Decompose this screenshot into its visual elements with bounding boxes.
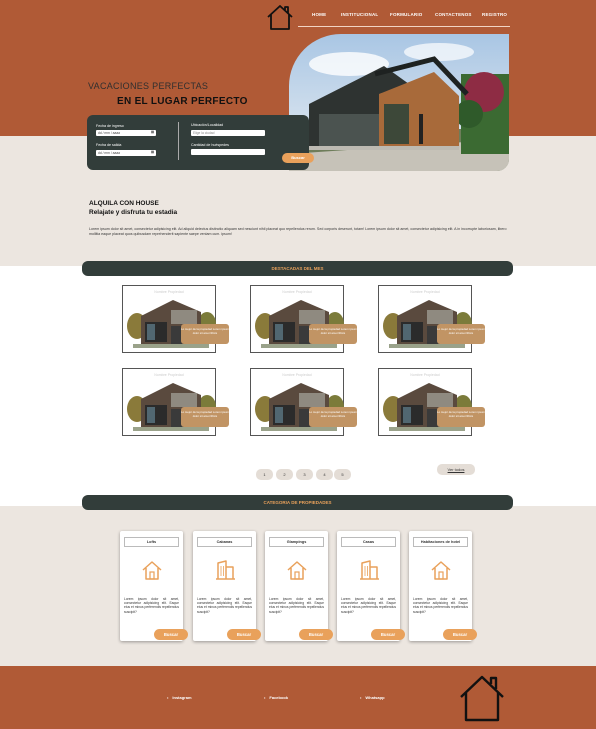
house-icon: [431, 561, 451, 580]
nav-underline: [298, 26, 510, 27]
category-card: Casas Lorem ipsum dolor sit amet, consect…: [337, 531, 405, 641]
property-tag: Lo mejor de la propiedad Lorem ipsum dol…: [309, 324, 357, 344]
category-search-button[interactable]: Buscar: [227, 629, 261, 640]
property-card[interactable]: Nombre Propiedad Lo mejor de la propiedad…: [122, 368, 229, 436]
category-description: Lorem ipsum dolor sit amet, consectetur …: [341, 597, 396, 614]
guests-label: Cantidad de huéspedes: [191, 143, 229, 147]
footer-link-facebook[interactable]: Facebook: [264, 695, 288, 700]
category-search-button[interactable]: Buscar: [371, 629, 405, 640]
checkin-date-input[interactable]: dd / mm / aaaa ▦: [96, 130, 156, 136]
checkout-date-input[interactable]: dd / mm / aaaa ▦: [96, 150, 156, 156]
category-search-button[interactable]: Buscar: [154, 629, 188, 640]
nav-institucional[interactable]: INSTITUCIONAL: [341, 12, 378, 17]
page-button-3[interactable]: 3: [296, 469, 313, 480]
category-title: Cabanas: [197, 537, 252, 547]
search-button[interactable]: Buscar: [282, 153, 314, 163]
category-description: Lorem ipsum dolor sit amet, consectetur …: [269, 597, 324, 614]
footer-house-logo-icon: [460, 675, 504, 722]
nav-home[interactable]: HOME: [312, 12, 326, 17]
location-input[interactable]: Elige la ciudad: [191, 130, 265, 136]
property-name: Nombre Propiedad: [410, 373, 440, 377]
calendar-icon: ▦: [150, 150, 154, 154]
search-divider: [178, 122, 179, 160]
nav-registro[interactable]: REGISTRO: [482, 12, 507, 17]
property-card[interactable]: Nombre Propiedad Lo mejor de la propiedad…: [250, 368, 357, 436]
category-title: Glampings: [269, 537, 324, 547]
category-card: Cabanas Lorem ipsum dolor sit amet, conse…: [193, 531, 261, 641]
checkout-label: Fecha de salida: [96, 143, 122, 147]
calendar-icon: ▦: [150, 130, 154, 134]
location-label: Ubicación/Localidad: [191, 123, 224, 127]
footer: [0, 666, 596, 729]
property-tag: Lo mejor de la propiedad Lorem ipsum dol…: [309, 407, 357, 427]
category-card: Glampings Lorem ipsum dolor sit amet, con…: [265, 531, 333, 641]
page-button-1[interactable]: 1: [256, 469, 273, 480]
page-button-5[interactable]: 5: [334, 469, 351, 480]
footer-link-instagram[interactable]: Instagram: [167, 695, 191, 700]
hero-title-line1: VACACIONES PERFECTAS: [88, 81, 209, 91]
hero-title-line2: EN EL LUGAR PERFECTO: [117, 96, 248, 107]
property-name: Nombre Propiedad: [154, 373, 184, 377]
category-title: Casas: [341, 537, 396, 547]
page-button-2[interactable]: 2: [276, 469, 293, 480]
property-name: Nombre Propiedad: [282, 290, 312, 294]
nav-formulario[interactable]: FORMULARIO: [390, 12, 423, 17]
see-all-link[interactable]: Ver todos: [437, 464, 475, 475]
property-tag: Lo mejor de la propiedad Lorem ipsum dol…: [437, 324, 485, 344]
category-description: Lorem ipsum dolor sit amet, consectetur …: [124, 597, 179, 614]
categories-section-title: CATEGORIA DE PROPIEDADES: [82, 495, 513, 510]
property-name: Nombre Propiedad: [282, 373, 312, 377]
property-tag: Lo mejor de la propiedad Lorem ipsum dol…: [181, 407, 229, 427]
house-icon: [287, 561, 307, 580]
house-icon: [142, 561, 162, 580]
category-search-button[interactable]: Buscar: [443, 629, 477, 640]
about-text: Lorem ipsum dolor sit amet, consectetur …: [89, 227, 507, 236]
hero-image: [289, 34, 509, 171]
category-search-button[interactable]: Buscar: [299, 629, 333, 640]
category-title: Habitaciones de hotel: [413, 537, 468, 547]
guests-input[interactable]: [191, 149, 265, 155]
house-logo-icon[interactable]: [266, 4, 294, 31]
nav-contactenos[interactable]: CONTACTENOS: [435, 12, 472, 17]
property-card[interactable]: Nombre Propiedad Lo mejor de la propiedad…: [378, 368, 485, 436]
property-tag: Lo mejor de la propiedad Lorem ipsum dol…: [437, 407, 485, 427]
property-card[interactable]: Nombre Propiedad Lo mejor de la propiedad…: [378, 285, 485, 353]
category-description: Lorem ipsum dolor sit amet, consectetur …: [197, 597, 252, 614]
property-card[interactable]: Nombre Propiedad Lo mejor de la propiedad…: [122, 285, 229, 353]
featured-section-title: DESTACADAS DEL MES: [82, 261, 513, 276]
about-subheading: Relajate y disfruta tu estadia: [89, 209, 178, 216]
category-card: Lofts Lorem ipsum dolor sit amet, consect…: [120, 531, 188, 641]
about-heading: ALQUILA CON HOUSE: [89, 200, 159, 207]
property-name: Nombre Propiedad: [410, 290, 440, 294]
category-description: Lorem ipsum dolor sit amet, consectetur …: [413, 597, 468, 614]
property-name: Nombre Propiedad: [154, 290, 184, 294]
building-icon: [360, 560, 379, 580]
category-title: Lofts: [124, 537, 179, 547]
checkin-label: Fecha de ingreso: [96, 124, 124, 128]
building-icon: [216, 560, 235, 580]
property-tag: Lo mejor de la propiedad Lorem ipsum dol…: [181, 324, 229, 344]
property-card[interactable]: Nombre Propiedad Lo mejor de la propiedad…: [250, 285, 357, 353]
category-card: Habitaciones de hotel Lorem ipsum dolor s…: [409, 531, 477, 641]
page-button-4[interactable]: 4: [316, 469, 333, 480]
footer-link-whatsapp[interactable]: Whatsapp: [360, 695, 384, 700]
